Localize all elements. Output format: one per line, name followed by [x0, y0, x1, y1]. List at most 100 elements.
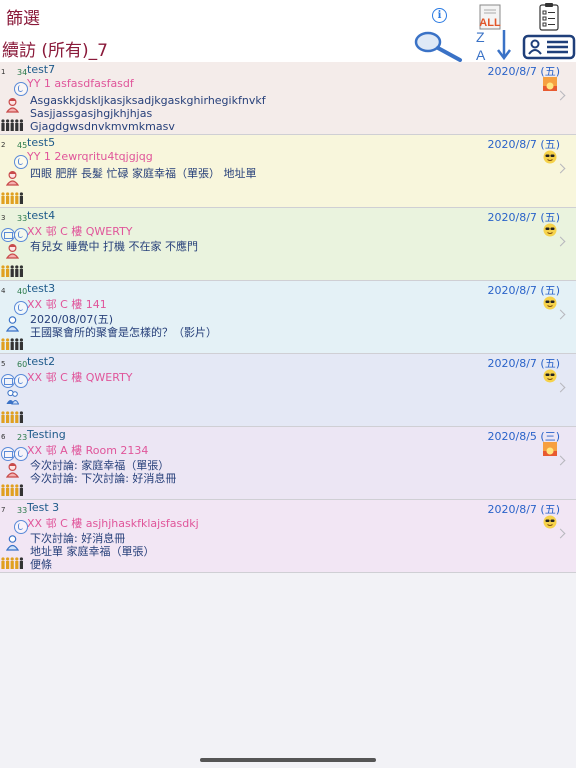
contact-name: test2 — [27, 355, 56, 368]
address: XX 邨 C 樓 141 — [27, 298, 107, 311]
contact-name: test7 — [27, 63, 56, 76]
notes: 下次討論: 好消息冊 地址單 家庭幸福（單張） 便條 — [30, 532, 155, 571]
visit-count: 45 — [17, 141, 28, 150]
row-index: 6 — [1, 433, 6, 441]
sunglasses-icon — [543, 514, 557, 529]
mail-icon — [1, 228, 15, 242]
note-line: 王國聚會所的聚會是怎樣的？（影片） — [30, 326, 217, 339]
notes: 四眼 肥胖 長髮 忙碌 家庭幸福（單張） 地址單 — [30, 167, 256, 180]
address: YY 1 asfasdfasfasdf — [27, 77, 134, 90]
phone-icon — [14, 520, 28, 534]
row-index: 5 — [1, 360, 6, 368]
sunglasses-icon — [543, 149, 557, 164]
note-line: 四眼 肥胖 長髮 忙碌 家庭幸福（單張） 地址單 — [30, 167, 257, 180]
chevron-right-icon — [555, 309, 566, 320]
person-icon — [5, 243, 20, 259]
person-icon — [5, 97, 20, 113]
person-icon — [6, 389, 20, 405]
notes: Asgaskkjdskljkasjksadjkgaskghirhegikfnvk… — [30, 94, 266, 133]
chevron-right-icon — [555, 528, 566, 539]
row-index: 4 — [1, 287, 6, 295]
list-item[interactable]: 3 33 test4 2020/8/7 (五) XX 邨 C 樓 QWERTY 有兒女 睡… — [0, 208, 576, 281]
svg-text:Z: Z — [476, 29, 485, 45]
row-index: 1 — [1, 68, 6, 76]
note-line: 有兒女 睡覺中 打機 不在家 不應門 — [30, 240, 198, 253]
phone-icon — [14, 228, 28, 242]
group-icon — [1, 117, 25, 131]
phone-icon — [14, 155, 28, 169]
phone-icon — [14, 301, 28, 315]
note-line: Sasjjassgasjhgjkhjhjas — [30, 107, 153, 120]
address: XX 邨 A 樓 Room 2134 — [27, 444, 149, 457]
group-icon — [1, 409, 25, 423]
contact-name: test3 — [27, 282, 56, 295]
chevron-right-icon — [555, 455, 566, 466]
note-line: 下次討論: 好消息冊 — [30, 532, 126, 545]
notes: 今次討論: 家庭幸福（單張） 今次討論: 下次討論: 好消息冊 — [30, 459, 176, 485]
chevron-right-icon — [555, 163, 566, 174]
navigation-header: 篩選 續訪 (所有)_7 i ALL Z A — [0, 0, 576, 62]
contact-name: test4 — [27, 209, 56, 222]
visit-count: 33 — [17, 214, 28, 223]
notes: 2020/08/07(五) 王國聚會所的聚會是怎樣的？（影片） — [30, 313, 217, 339]
info-icon[interactable]: i — [432, 8, 447, 23]
note-line: 2020/08/07(五) — [30, 313, 113, 326]
sunglasses-icon — [543, 368, 557, 383]
group-icon — [1, 482, 25, 496]
visit-count: 40 — [17, 287, 28, 296]
chevron-right-icon — [555, 382, 566, 393]
sunglasses-icon — [543, 222, 557, 237]
svg-text:A: A — [476, 47, 486, 62]
note-line: 便條 — [30, 558, 52, 571]
note-line: 今次討論: 下次討論: 好消息冊 — [30, 472, 177, 485]
list-item[interactable]: 5 60 test2 2020/8/7 (五) XX 邨 C 樓 QWERTY — [0, 354, 576, 427]
list-item[interactable]: 7 33 Test 3 2020/8/7 (五) XX 邨 C 樓 asjhjhaskf… — [0, 500, 576, 573]
person-icon — [5, 316, 20, 332]
home-indicator — [200, 758, 376, 762]
group-icon — [1, 190, 25, 204]
mail-icon — [1, 447, 15, 461]
group-icon — [1, 263, 25, 277]
phone-icon — [14, 447, 28, 461]
address: YY 1 2ewrqritu4tqjgjqg — [27, 150, 153, 163]
note-line: Gjagdgwsdnvkmvmkmasv — [30, 120, 175, 133]
sort-icon[interactable]: Z A — [468, 28, 516, 62]
phone-icon — [14, 374, 28, 388]
sunrise-icon — [543, 76, 557, 91]
list-item[interactable]: 1 34 test7 2020/8/7 (五) YY 1 asfasdfasfasdf A… — [0, 62, 576, 135]
checklist-icon[interactable] — [538, 2, 560, 32]
person-icon — [5, 535, 20, 551]
all-filter-icon[interactable]: ALL — [477, 4, 503, 30]
contact-name: test5 — [27, 136, 56, 149]
group-icon — [1, 336, 25, 350]
sunrise-icon — [543, 441, 557, 456]
person-icon — [5, 462, 20, 478]
person-icon — [5, 170, 20, 186]
chevron-right-icon — [555, 90, 566, 101]
list-item[interactable]: 6 23 Testing 2020/8/5 (三) XX 邨 A 樓 Room 2134… — [0, 427, 576, 500]
row-index: 7 — [1, 506, 6, 514]
business-card-icon[interactable] — [522, 34, 576, 60]
list-item[interactable]: 4 40 test3 2020/8/7 (五) XX 邨 C 樓 141 2020/08/… — [0, 281, 576, 354]
phone-icon — [14, 82, 28, 96]
note-line: 今次討論: 家庭幸福（單張） — [30, 459, 170, 472]
sunglasses-icon — [543, 295, 557, 310]
visit-count: 23 — [17, 433, 28, 442]
mail-icon — [1, 374, 15, 388]
page-title: 續訪 (所有)_7 — [2, 41, 108, 61]
address: XX 邨 C 樓 asjhjhaskfklajsfasdkj — [27, 517, 199, 530]
row-index: 2 — [1, 141, 6, 149]
notes: 有兒女 睡覺中 打機 不在家 不應門 — [30, 240, 198, 253]
chevron-right-icon — [555, 236, 566, 247]
row-index: 3 — [1, 214, 6, 222]
contact-name: Testing — [27, 428, 66, 441]
visit-count: 34 — [17, 68, 28, 77]
filter-button[interactable]: 篩選 — [6, 4, 40, 29]
contact-name: Test 3 — [27, 501, 60, 514]
address: XX 邨 C 樓 QWERTY — [27, 371, 133, 384]
group-icon — [1, 555, 25, 569]
visit-count: 33 — [17, 506, 28, 515]
search-icon[interactable] — [408, 30, 464, 62]
list-item[interactable]: 2 45 test5 2020/8/7 (五) YY 1 2ewrqritu4tqjgj… — [0, 135, 576, 208]
visit-list: 1 34 test7 2020/8/7 (五) YY 1 asfasdfasfasdf A… — [0, 62, 576, 573]
